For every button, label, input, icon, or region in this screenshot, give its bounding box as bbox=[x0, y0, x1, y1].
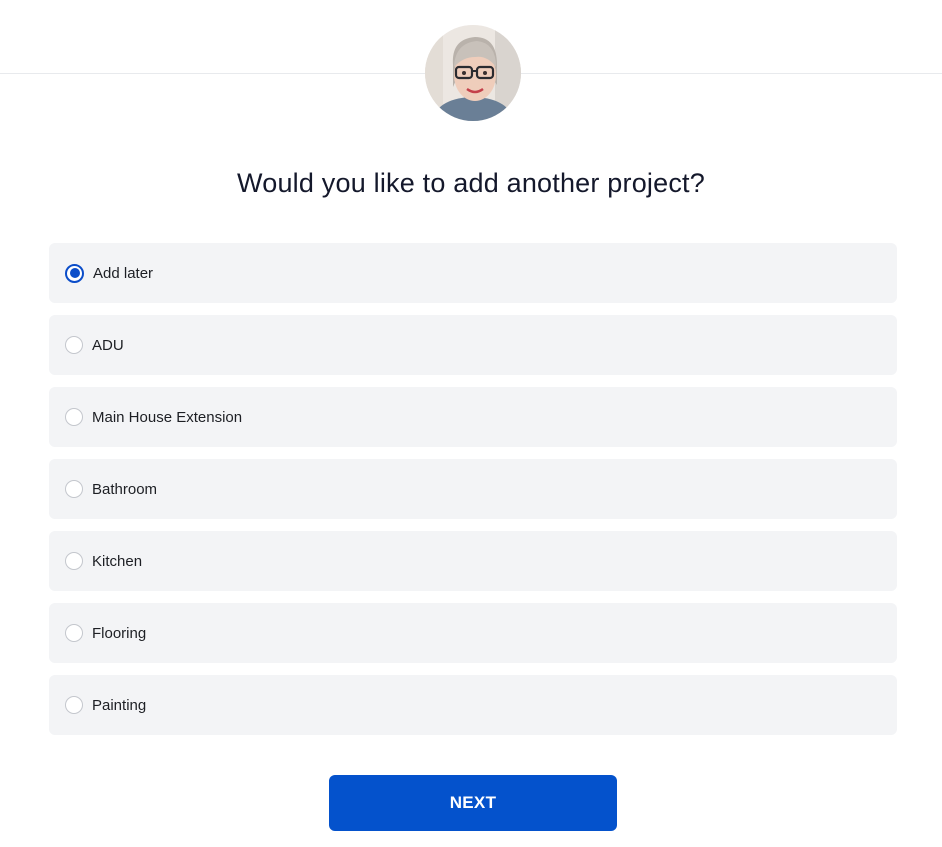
radio-empty-icon[interactable] bbox=[65, 336, 83, 354]
radio-empty-icon[interactable] bbox=[65, 624, 83, 642]
option-label: Flooring bbox=[92, 624, 147, 642]
option-main-house-extension[interactable]: Main House Extension bbox=[49, 387, 897, 447]
option-flooring[interactable]: Flooring bbox=[49, 603, 897, 663]
option-kitchen[interactable]: Kitchen bbox=[49, 531, 897, 591]
avatar bbox=[425, 25, 521, 121]
next-button[interactable]: NEXT bbox=[329, 775, 617, 831]
project-options-list: Add later ADU Main House Extension Bathr… bbox=[49, 243, 897, 747]
option-label: Painting bbox=[92, 696, 147, 714]
option-add-later[interactable]: Add later bbox=[49, 243, 897, 303]
option-label: Add later bbox=[93, 264, 154, 282]
option-adu[interactable]: ADU bbox=[49, 315, 897, 375]
radio-empty-icon[interactable] bbox=[65, 480, 83, 498]
option-label: Bathroom bbox=[92, 480, 158, 498]
project-selection-page: Would you like to add another project? A… bbox=[0, 0, 942, 847]
option-label: Kitchen bbox=[92, 552, 143, 570]
avatar-photo-icon bbox=[425, 25, 521, 121]
radio-selected-icon[interactable] bbox=[65, 263, 84, 283]
option-bathroom[interactable]: Bathroom bbox=[49, 459, 897, 519]
page-title: Would you like to add another project? bbox=[237, 168, 705, 198]
radio-empty-icon[interactable] bbox=[65, 552, 83, 570]
option-label: ADU bbox=[92, 336, 124, 354]
option-label: Main House Extension bbox=[92, 408, 243, 426]
radio-empty-icon[interactable] bbox=[65, 696, 83, 714]
radio-empty-icon[interactable] bbox=[65, 408, 83, 426]
option-painting[interactable]: Painting bbox=[49, 675, 897, 735]
